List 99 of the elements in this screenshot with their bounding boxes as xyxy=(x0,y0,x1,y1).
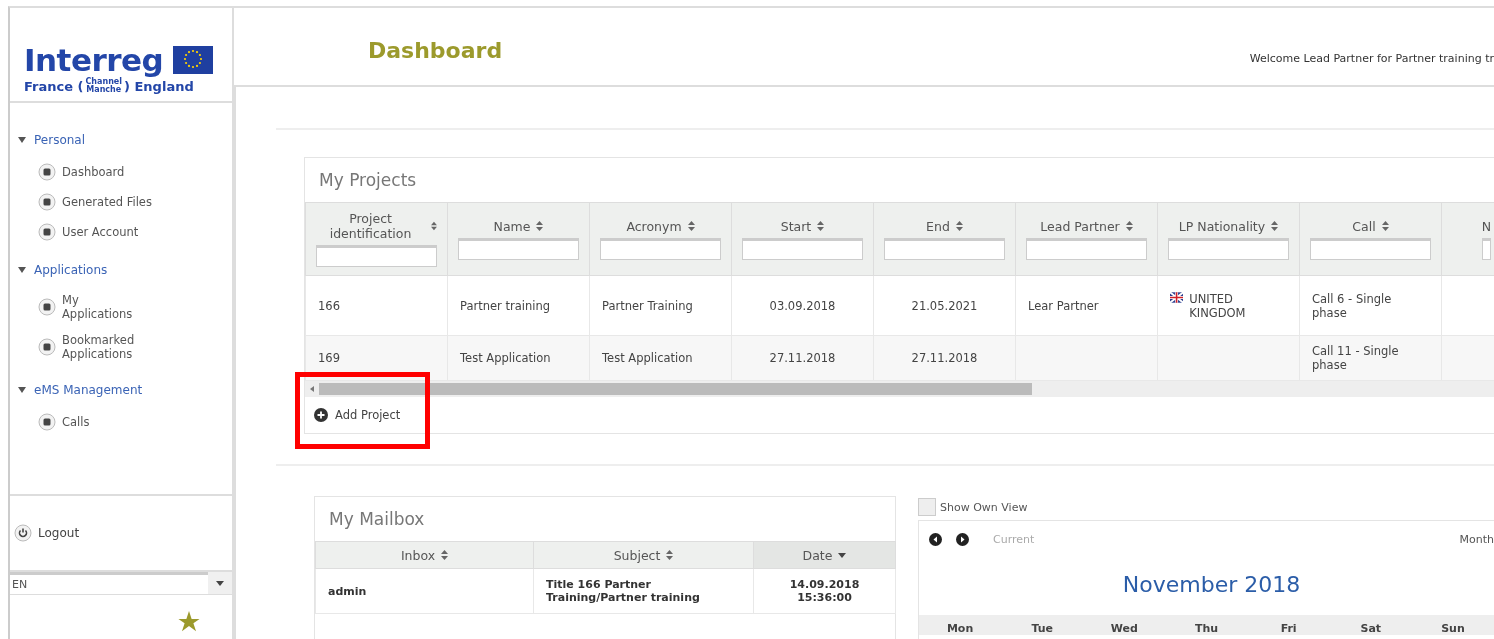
group-title[interactable]: Applications xyxy=(34,263,108,277)
column-header[interactable]: Lead Partner xyxy=(1040,218,1120,234)
filter-field[interactable] xyxy=(600,237,721,260)
scroll-left-icon[interactable] xyxy=(310,386,314,392)
filter-field[interactable] xyxy=(1168,237,1289,260)
table-cell: Test Application xyxy=(460,351,551,365)
weekday-header: Sun xyxy=(1440,622,1466,635)
column-header[interactable]: Inbox xyxy=(400,547,436,563)
column-header-cell[interactable]: Inbox xyxy=(315,541,534,569)
column-header[interactable]: Subject xyxy=(613,547,661,563)
table-cell: Call 11 - Single phase xyxy=(1312,344,1399,372)
sort-icon[interactable] xyxy=(431,221,437,231)
sort-icon[interactable] xyxy=(817,221,825,231)
table-cell: 27.11.2018 xyxy=(911,351,978,365)
table-cell: 21.05.2021 xyxy=(911,298,978,313)
logo-text: France ( xyxy=(24,78,84,94)
card-title: My Mailbox xyxy=(329,509,425,529)
checkbox-label[interactable]: Show Own View xyxy=(940,500,1028,514)
column-header[interactable]: Start xyxy=(780,218,812,234)
nav-item[interactable]: Calls xyxy=(62,415,90,429)
column-header[interactable]: Acronym xyxy=(626,218,682,234)
filter-field[interactable] xyxy=(1482,237,1491,260)
logo-text: ) England xyxy=(124,78,194,94)
month-view-button[interactable]: Month xyxy=(1459,533,1494,546)
filter-field[interactable] xyxy=(1026,237,1147,260)
plus-icon xyxy=(313,407,329,423)
next-icon[interactable] xyxy=(956,533,969,546)
filter-field[interactable] xyxy=(316,245,437,267)
weekday-header: Fri xyxy=(1279,622,1298,635)
table-cell: 166 xyxy=(318,298,340,313)
nav-item[interactable]: User Account xyxy=(62,225,139,239)
sort-icon[interactable] xyxy=(441,550,449,560)
group-title[interactable]: Personal xyxy=(34,133,85,147)
menu-item-icon xyxy=(38,338,56,356)
column-header-cell[interactable]: Subject xyxy=(533,541,754,569)
table-cell: Title 166 Partner Training/Partner training xyxy=(546,578,700,604)
flag-icon xyxy=(173,46,214,74)
welcome-text: Welcome Lead Partner for Partner training tr xyxy=(1249,52,1494,65)
sort-icon[interactable] xyxy=(955,221,963,231)
table-cell: 169 xyxy=(318,351,340,365)
table-cell: Partner training xyxy=(460,298,550,313)
nav-item[interactable]: Dashboard xyxy=(62,165,125,179)
filter-field[interactable] xyxy=(884,237,1005,260)
power-icon[interactable] xyxy=(14,524,32,542)
group-title[interactable]: eMS Management xyxy=(34,383,143,397)
menu-item-icon xyxy=(38,193,56,211)
previous-icon[interactable] xyxy=(929,533,942,546)
card-title: My Projects xyxy=(319,170,417,190)
menu-item-icon xyxy=(38,223,56,241)
calendar-title: November 2018 xyxy=(1122,572,1301,597)
weekday-header: Mon xyxy=(945,622,975,635)
column-header[interactable]: Name xyxy=(493,218,531,234)
filter-field[interactable] xyxy=(742,237,863,260)
nav-item[interactable]: Generated Files xyxy=(62,195,152,209)
star-icon xyxy=(176,611,202,633)
table-cell-text: UNITED KINGDOM xyxy=(1189,291,1247,320)
logo-wordmark: Interreg xyxy=(24,44,164,76)
flag-icon xyxy=(1170,291,1184,303)
dropdown-icon[interactable] xyxy=(216,580,224,586)
sort-icon[interactable] xyxy=(1271,221,1279,231)
weekday-header: Sat xyxy=(1359,622,1383,635)
menu-item-icon xyxy=(38,163,56,181)
column-header[interactable]: End xyxy=(926,218,950,234)
table-cell: 03.09.2018 xyxy=(769,298,836,313)
table-cell: Call 6 - Single phase xyxy=(1312,291,1392,320)
filter-field[interactable] xyxy=(1310,237,1431,260)
table-cell: Test Application xyxy=(602,351,693,365)
horizontal-scrollbar[interactable] xyxy=(305,381,1494,397)
language-select[interactable]: EN xyxy=(10,572,232,595)
table-cell: Partner Training xyxy=(602,298,693,313)
weekday-header: Wed xyxy=(1109,622,1139,635)
add-project-button[interactable]: Add Project xyxy=(305,397,407,433)
caret-icon[interactable] xyxy=(838,552,847,558)
weekday-header: Thu xyxy=(1193,622,1220,635)
filter-field[interactable] xyxy=(458,237,579,260)
table-cell: Lear Partner xyxy=(1028,298,1099,313)
logo-text: Channel xyxy=(85,78,122,86)
sort-icon[interactable] xyxy=(536,221,544,231)
nav-item[interactable]: My Applications xyxy=(62,293,152,321)
column-header[interactable]: Call xyxy=(1352,218,1376,234)
menu-item-icon xyxy=(38,413,56,431)
table-cell: 27.11.2018 xyxy=(769,351,836,365)
sort-icon[interactable] xyxy=(1125,221,1133,231)
weekday-header: Tue xyxy=(1030,622,1054,635)
sort-icon[interactable] xyxy=(687,221,695,231)
column-header[interactable]: LP Nationality xyxy=(1178,218,1266,234)
column-header-cell[interactable]: Date xyxy=(753,541,896,569)
table-cell: admin xyxy=(328,584,367,598)
sort-icon[interactable] xyxy=(666,550,674,560)
column-header[interactable]: N xyxy=(1481,218,1492,234)
page-title: Dashboard xyxy=(368,38,503,63)
sort-icon[interactable] xyxy=(1381,221,1389,231)
column-header[interactable]: Date xyxy=(802,547,833,563)
checkbox[interactable] xyxy=(918,498,936,516)
logout-link[interactable]: Logout xyxy=(38,526,80,540)
table-cell: 14.09.2018 15:36:00 xyxy=(789,578,860,604)
menu-item-icon xyxy=(38,298,56,316)
nav-item[interactable]: Bookmarked Applications xyxy=(62,333,152,361)
logo-text: Manche xyxy=(86,86,122,94)
